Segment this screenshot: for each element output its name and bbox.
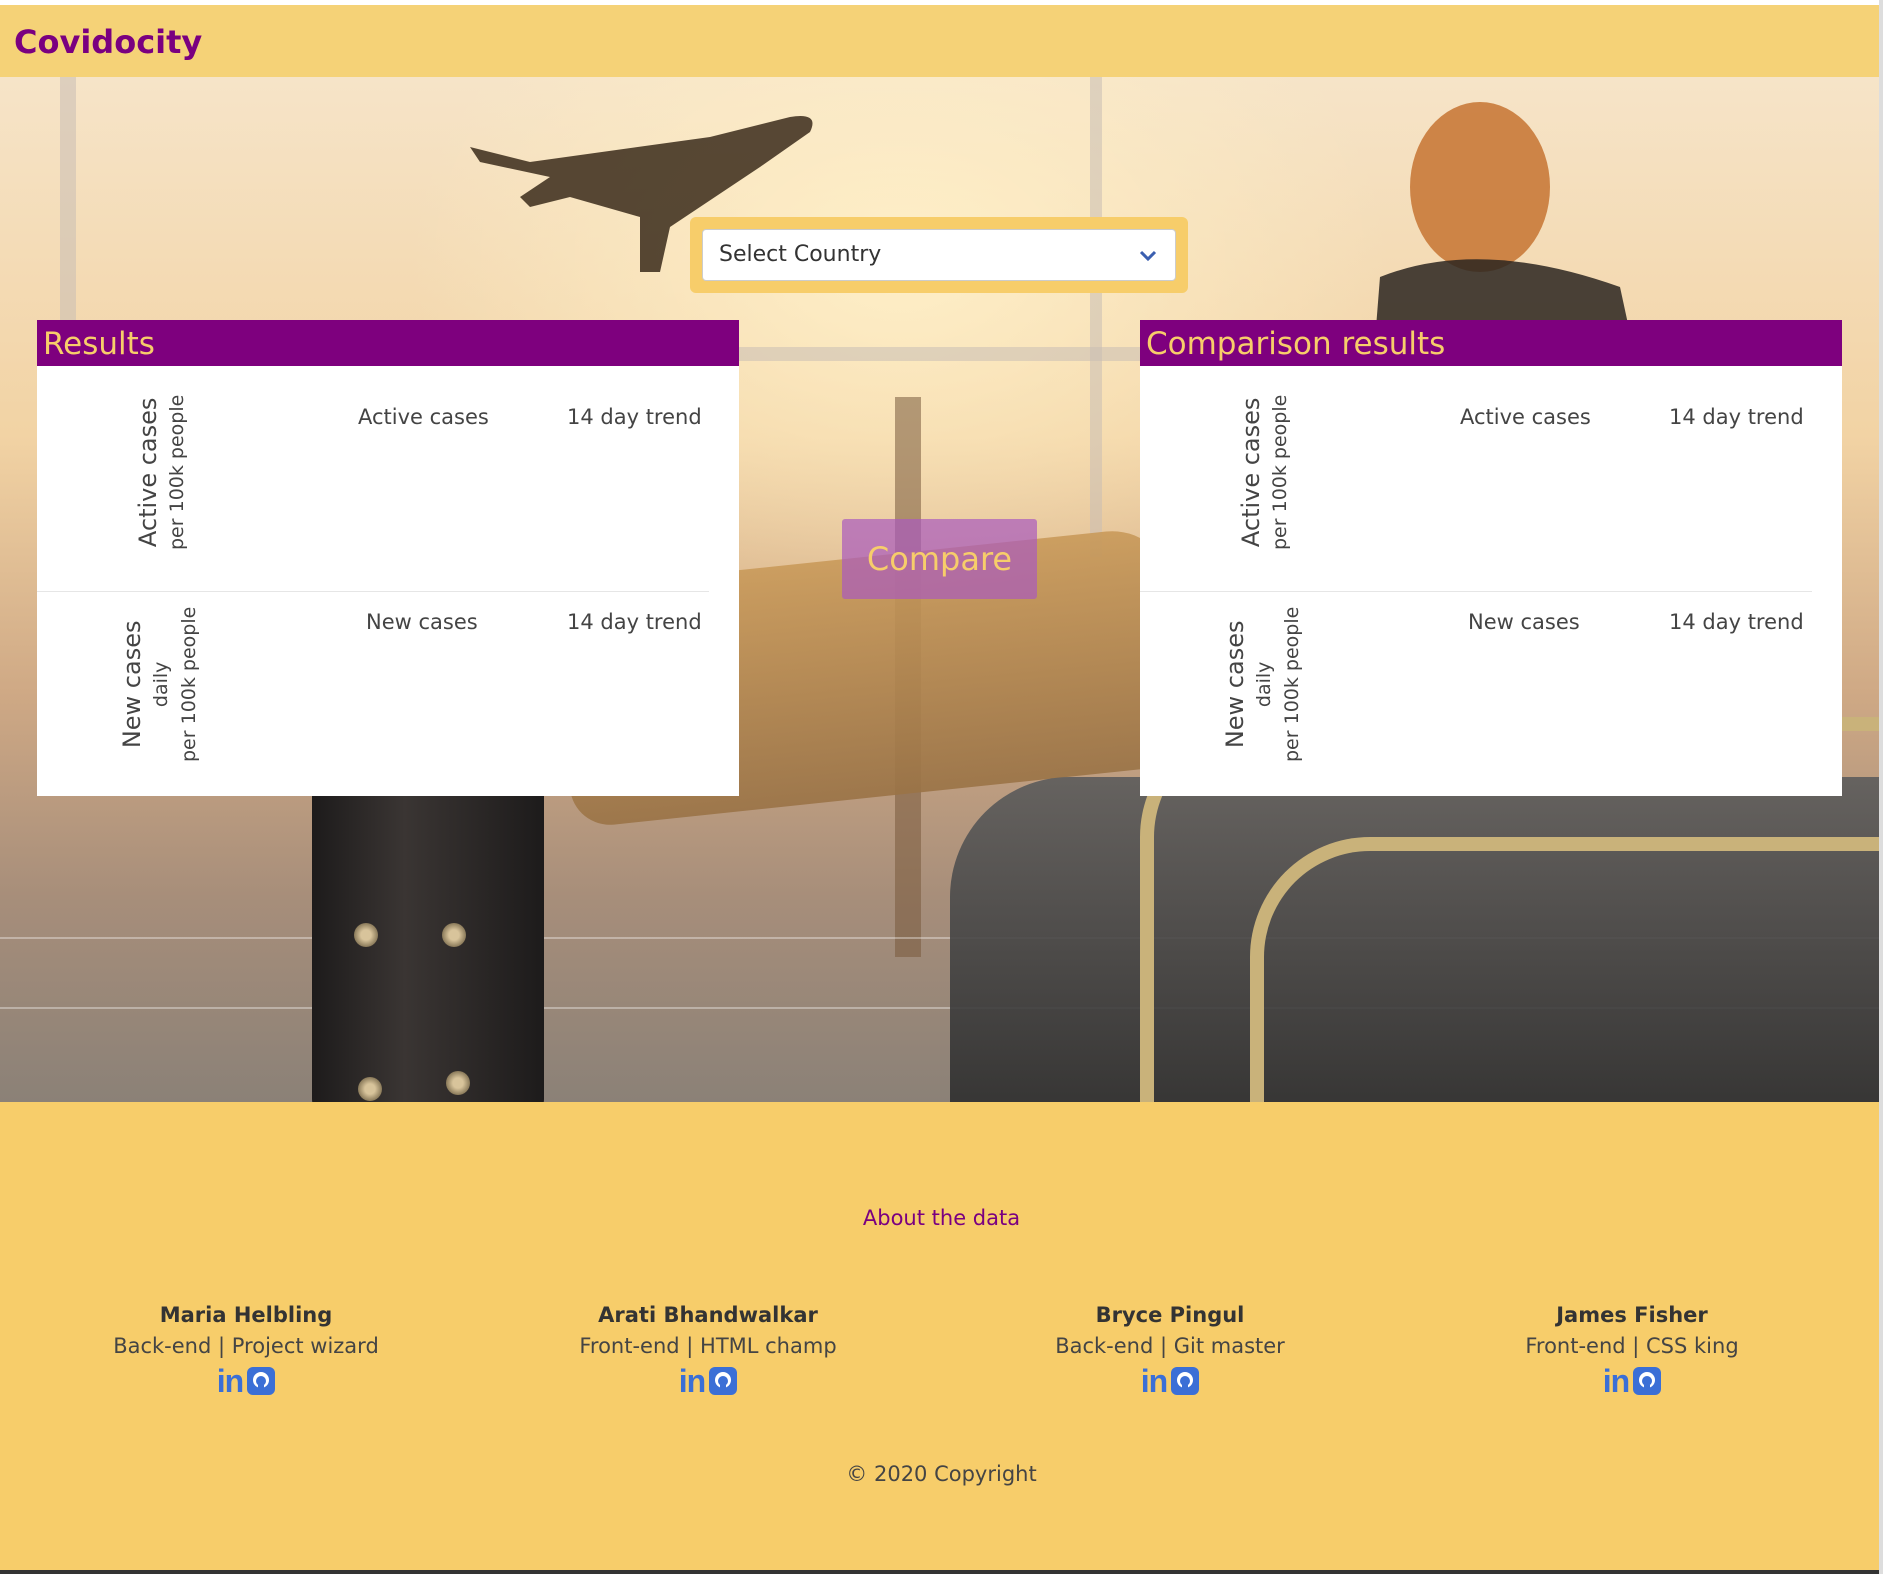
active-cases-column-header: Active cases [358,405,489,429]
team-member-name: Maria Helbling [159,1303,333,1327]
comparison-title: Comparison results [1140,320,1842,366]
team-member: Arati Bhandwalkar Front-end | HTML champ… [498,1300,918,1398]
comparison-active-cases-label-main: Active cases [1237,397,1265,548]
comparison-new-cases-label-mid: daily [1253,661,1275,708]
armrest-shape [1250,837,1883,1102]
brand-logo-link[interactable]: Covidocity [14,23,202,61]
results-panel: Results Active cases per 100k people Act… [37,320,739,796]
comparison-active-trend-column-header: 14 day trend [1669,405,1804,429]
team-member-role: Back-end | Project wizard [113,1334,379,1358]
new-cases-row-label: New cases daily per 100k people [117,607,203,762]
copyright-text: © 2020 Copyright [846,1462,1037,1486]
github-icon[interactable] [247,1367,276,1395]
team-member-role: Back-end | Git master [1055,1334,1285,1358]
luggage-rivet [446,1071,470,1095]
active-cases-label-main: Active cases [134,397,162,548]
comparison-new-cases-column-header: New cases [1468,610,1580,634]
row-divider [1140,591,1812,592]
comparison-new-cases-label-sub: per 100k people [1281,606,1303,762]
team-member: Bryce Pingul Back-end | Git master in [960,1300,1380,1398]
about-the-data-link[interactable]: About the data [0,1206,1883,1230]
new-cases-label-mid: daily [150,661,172,708]
window-frame [1090,77,1102,557]
new-cases-label-sub: per 100k people [178,606,200,762]
new-cases-column-header: New cases [366,610,478,634]
results-title: Results [37,320,739,366]
page: Covidocity Select Country Results Active… [0,0,1883,1574]
luggage-rivet [358,1077,382,1101]
comparison-active-cases-row-label: Active cases per 100k people [1236,395,1294,550]
active-cases-label-sub: per 100k people [166,394,188,550]
luggage-rivet [442,923,466,947]
team-member-name: James Fisher [1556,1303,1708,1327]
compare-button[interactable]: Compare [842,519,1037,599]
comparison-new-cases-label-main: New cases [1221,620,1249,749]
active-cases-row-label: Active cases per 100k people [133,395,191,550]
navbar: Covidocity [0,5,1883,77]
comparison-active-cases-column-header: Active cases [1460,405,1591,429]
team-member-role: Front-end | CSS king [1525,1334,1739,1358]
row-divider [37,591,709,592]
team-member: James Fisher Front-end | CSS king in [1422,1300,1842,1398]
github-icon[interactable] [1171,1367,1200,1395]
github-icon[interactable] [709,1367,738,1395]
comparison-new-cases-row-label: New cases daily per 100k people [1220,607,1306,762]
linkedin-icon[interactable]: in [217,1365,244,1397]
linkedin-icon[interactable]: in [1603,1365,1630,1397]
linkedin-icon[interactable]: in [1141,1365,1168,1397]
country-select-wrapper: Select Country [690,217,1188,293]
bottom-border [0,1570,1883,1574]
comparison-new-trend-column-header: 14 day trend [1669,610,1804,634]
team-member-role: Front-end | HTML champ [579,1334,837,1358]
team-member-links: in [498,1364,918,1398]
team-member-links: in [1422,1364,1842,1398]
team-member-links: in [36,1364,456,1398]
linkedin-icon[interactable]: in [679,1365,706,1397]
team-member-name: Bryce Pingul [1095,1303,1245,1327]
new-trend-column-header: 14 day trend [567,610,702,634]
country-select-placeholder: Select Country [719,242,882,267]
team-member-name: Arati Bhandwalkar [598,1303,818,1327]
active-trend-column-header: 14 day trend [567,405,702,429]
country-select[interactable]: Select Country [702,229,1176,281]
github-icon[interactable] [1633,1367,1662,1395]
comparison-panel: Comparison results Active cases per 100k… [1140,320,1842,796]
new-cases-label-main: New cases [118,620,146,749]
comparison-active-cases-label-sub: per 100k people [1269,394,1291,550]
team-member-links: in [960,1364,1380,1398]
luggage-rivet [354,923,378,947]
footer: About the data Maria Helbling Back-end |… [0,1102,1883,1574]
chevron-down-icon [1139,250,1157,262]
hero-background: Select Country Results Active cases per … [0,77,1883,1102]
team-member: Maria Helbling Back-end | Project wizard… [36,1300,456,1398]
right-border [1879,0,1883,1574]
